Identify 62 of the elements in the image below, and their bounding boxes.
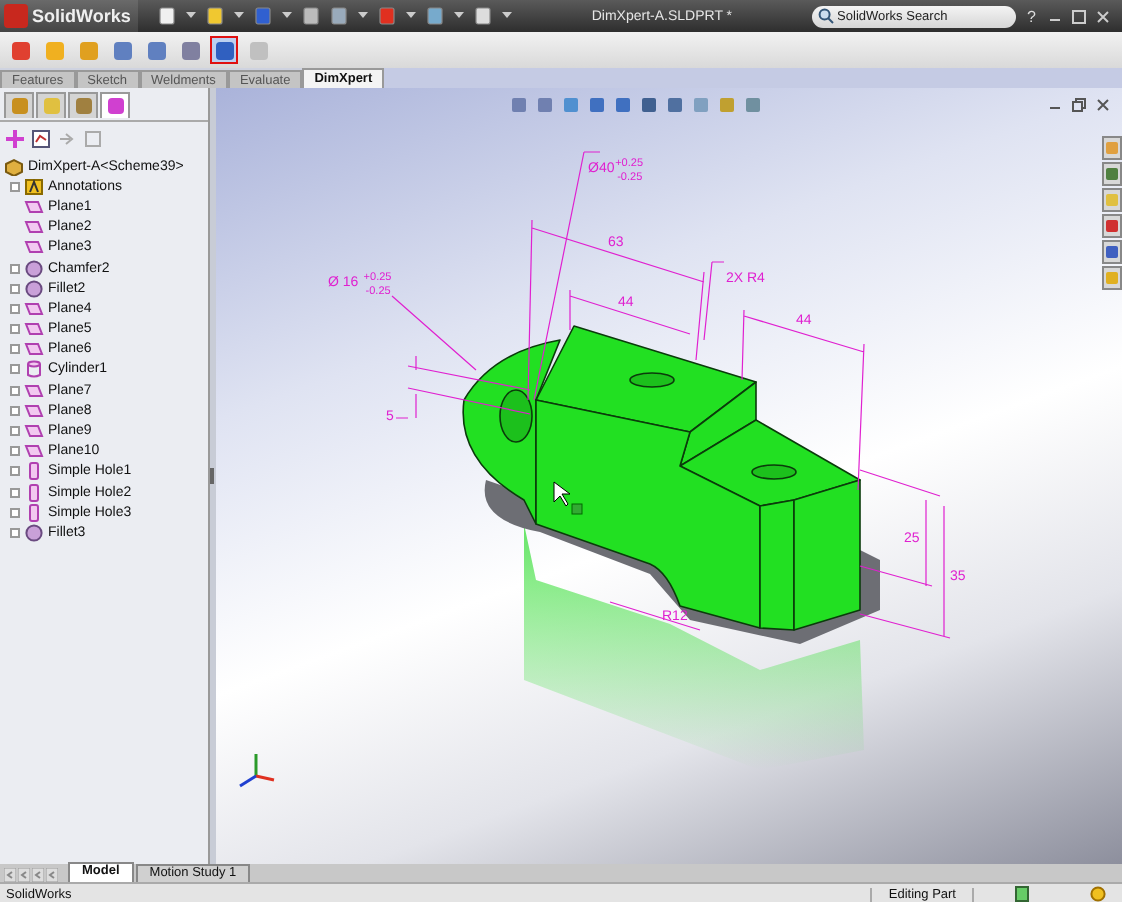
splitter-handle[interactable]	[210, 468, 215, 484]
annotations-icon	[24, 177, 44, 196]
expand-toggle[interactable]	[10, 487, 20, 498]
logo-icon	[4, 4, 28, 28]
command-button[interactable]	[210, 36, 238, 64]
help-button[interactable]: ?	[1027, 7, 1036, 25]
part-icon	[4, 157, 24, 176]
handle-icon[interactable]	[571, 503, 583, 515]
crosshair-icon[interactable]	[6, 129, 24, 147]
task-pane-tab[interactable]	[1102, 136, 1122, 160]
restore-icon[interactable]	[1072, 98, 1086, 112]
task-pane-tab[interactable]	[1102, 214, 1122, 238]
cylinder-icon	[24, 360, 44, 379]
expand-toggle[interactable]	[10, 385, 20, 396]
feature-icon	[24, 523, 44, 542]
expand-toggle[interactable]	[10, 344, 20, 355]
close-icon[interactable]	[1096, 98, 1110, 112]
app-name: SolidWorks	[32, 6, 131, 26]
scheme-icon[interactable]	[32, 129, 50, 147]
scroll-arrow-icon[interactable]	[18, 868, 30, 882]
command-button[interactable]	[108, 36, 136, 64]
expand-toggle[interactable]	[10, 364, 20, 375]
scroll-arrow-icon[interactable]	[4, 868, 16, 882]
expand-toggle[interactable]	[10, 324, 20, 335]
scroll-arrow-icon[interactable]	[32, 868, 44, 882]
task-pane-tab[interactable]	[1102, 188, 1122, 212]
dropdown-caret-icon[interactable]	[234, 12, 245, 20]
scroll-arrow-icon[interactable]	[46, 868, 58, 882]
dropdown-caret-icon[interactable]	[358, 12, 369, 20]
command-button[interactable]	[40, 36, 68, 64]
command-button[interactable]	[142, 36, 170, 64]
task-pane-tab[interactable]	[1102, 240, 1122, 264]
expand-toggle[interactable]	[10, 507, 20, 518]
panel-tab[interactable]	[4, 92, 34, 118]
command-button[interactable]	[244, 36, 272, 64]
dropdown-caret-icon[interactable]	[502, 12, 513, 20]
expand-toggle[interactable]	[10, 426, 20, 437]
expand-toggle[interactable]	[10, 303, 20, 314]
dropdown-caret-icon[interactable]	[282, 12, 293, 20]
expand-toggle[interactable]	[10, 263, 20, 274]
expand-toggle[interactable]	[10, 446, 20, 457]
dropdown-caret-icon[interactable]	[406, 12, 417, 20]
panel-tab[interactable]	[100, 92, 130, 118]
task-pane-tab[interactable]	[1102, 266, 1122, 290]
maximize-icon[interactable]	[1072, 9, 1086, 23]
expand-toggle[interactable]	[10, 527, 20, 538]
dropdown-caret-icon[interactable]	[186, 12, 197, 20]
frame-icon[interactable]	[84, 129, 102, 147]
command-button[interactable]	[74, 36, 102, 64]
expand-toggle[interactable]	[10, 405, 20, 416]
expand-toggle[interactable]	[10, 181, 20, 192]
panel-tab[interactable]	[36, 92, 66, 118]
command-button[interactable]	[6, 36, 34, 64]
search-icon	[817, 8, 834, 24]
expand-toggle[interactable]	[10, 283, 20, 294]
axis-triad-icon	[239, 754, 275, 788]
task-pane-tab[interactable]	[1102, 162, 1122, 186]
command-button[interactable]	[176, 36, 204, 64]
panel-tab[interactable]	[68, 92, 98, 118]
dropdown-caret-icon[interactable]	[454, 12, 465, 20]
expand-toggle[interactable]	[10, 466, 20, 477]
arrow-icon[interactable]	[58, 129, 76, 147]
